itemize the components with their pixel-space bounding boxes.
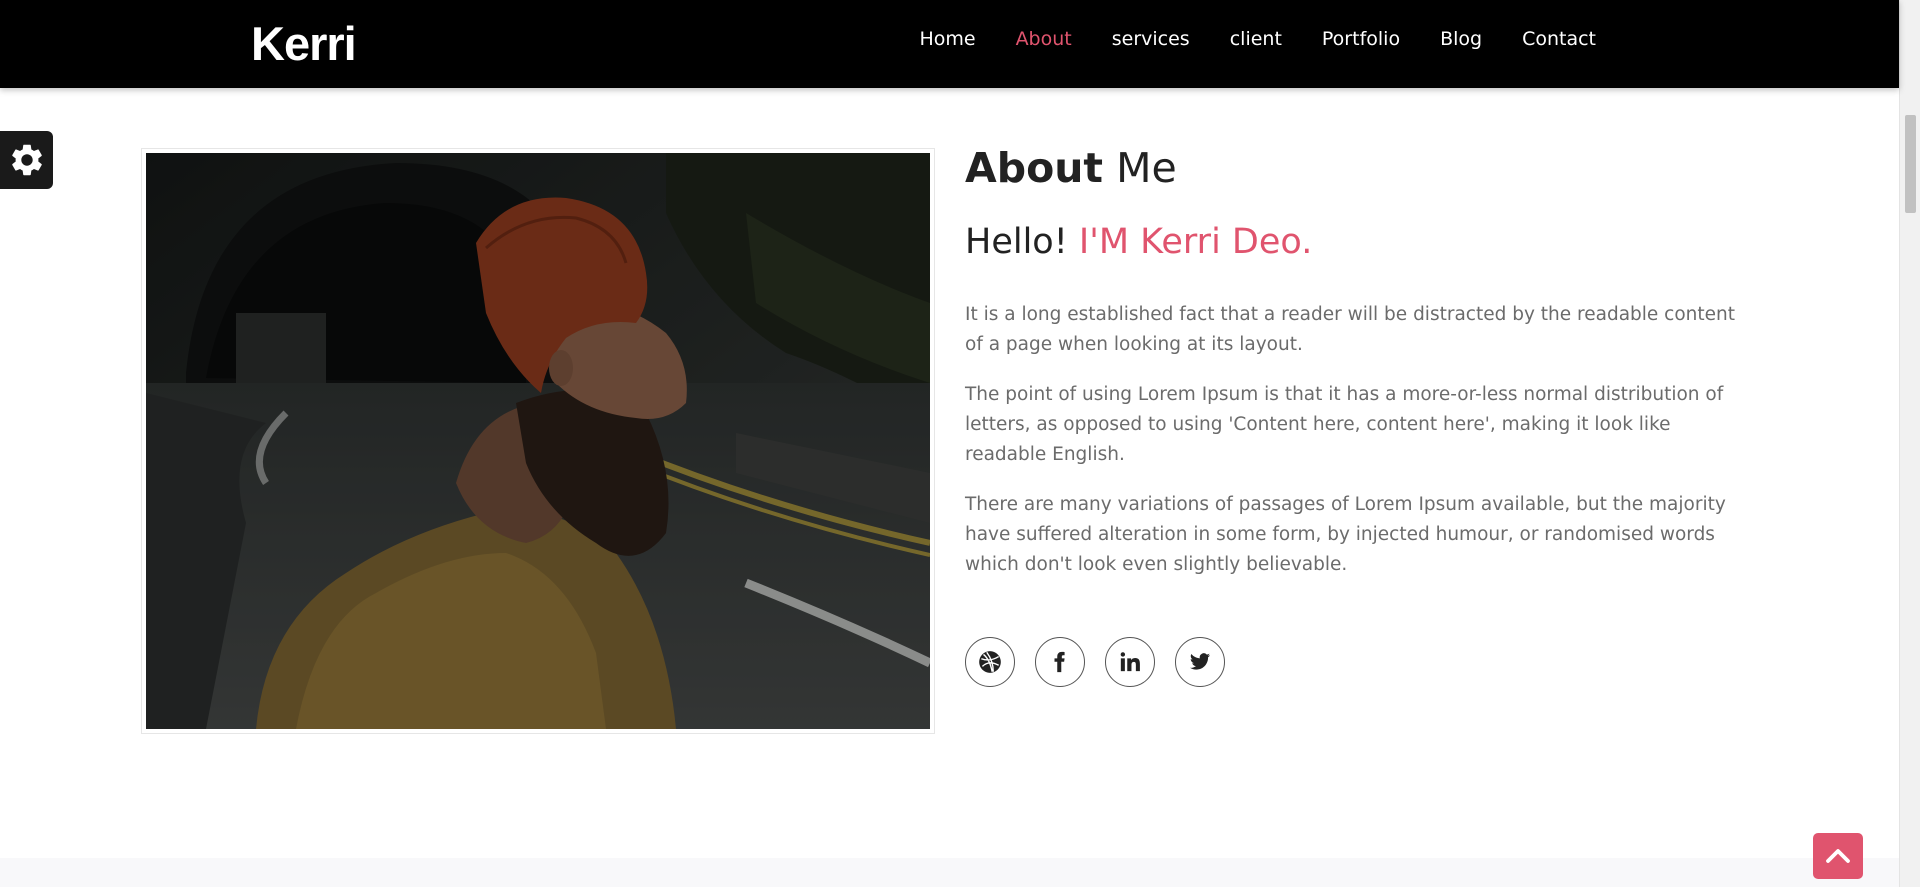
scroll-to-top-button[interactable] (1813, 833, 1863, 879)
top-navbar: Kerri Home About services client Portfol… (0, 0, 1899, 88)
nav-link-services[interactable]: services (1112, 28, 1190, 50)
dribbble-link[interactable] (965, 637, 1015, 687)
nav-item-contact: Contact (1522, 28, 1596, 50)
about-heading-rest: Me (1116, 144, 1177, 192)
twitter-link[interactable] (1175, 637, 1225, 687)
hello-heading: Hello! I'M Kerri Deo. (965, 222, 1755, 262)
about-heading: About Me (965, 144, 1755, 192)
nav-link-contact[interactable]: Contact (1522, 28, 1596, 50)
about-photo (146, 153, 930, 729)
chevron-up-icon (1826, 849, 1850, 863)
about-heading-bold: About (965, 144, 1104, 192)
nav-item-home: Home (919, 28, 975, 50)
hello-name: I'M Kerri Deo. (1078, 222, 1313, 262)
nav-menu: Home About services client Portfolio Blo… (919, 28, 1596, 50)
nav-link-about[interactable]: About (1016, 28, 1072, 50)
brand-logo[interactable]: Kerri (251, 16, 357, 71)
nav-link-home[interactable]: Home (919, 28, 975, 50)
hello-greeting: Hello! (965, 222, 1068, 262)
scrollbar-thumb[interactable] (1905, 115, 1916, 213)
nav-item-portfolio: Portfolio (1322, 28, 1400, 50)
about-paragraph-2: The point of using Lorem Ipsum is that i… (965, 384, 1724, 465)
nav-item-about: About (1016, 28, 1072, 50)
nav-link-portfolio[interactable]: Portfolio (1322, 28, 1400, 50)
gear-icon (11, 144, 42, 176)
facebook-link[interactable] (1035, 637, 1085, 687)
settings-toggle-button[interactable] (0, 131, 53, 189)
linkedin-link[interactable] (1105, 637, 1155, 687)
portrait-illustration (146, 153, 930, 729)
nav-link-client[interactable]: client (1230, 28, 1282, 50)
nav-item-client: client (1230, 28, 1282, 50)
about-paragraph-1: It is a long established fact that a rea… (965, 304, 1735, 355)
dribbble-icon (979, 651, 1001, 673)
next-section-band (0, 858, 1899, 887)
page-scrollbar[interactable] (1899, 0, 1920, 887)
nav-link-blog[interactable]: Blog (1440, 28, 1482, 50)
about-paragraph-3: There are many variations of passages of… (965, 494, 1726, 575)
linkedin-icon (1120, 652, 1140, 672)
facebook-icon (1054, 651, 1065, 673)
twitter-icon (1189, 653, 1211, 670)
nav-item-services: services (1112, 28, 1190, 50)
about-photo-frame (141, 148, 935, 734)
about-section: About Me Hello! I'M Kerri Deo. It is a l… (965, 144, 1755, 580)
social-links (965, 637, 1225, 687)
nav-item-blog: Blog (1440, 28, 1482, 50)
